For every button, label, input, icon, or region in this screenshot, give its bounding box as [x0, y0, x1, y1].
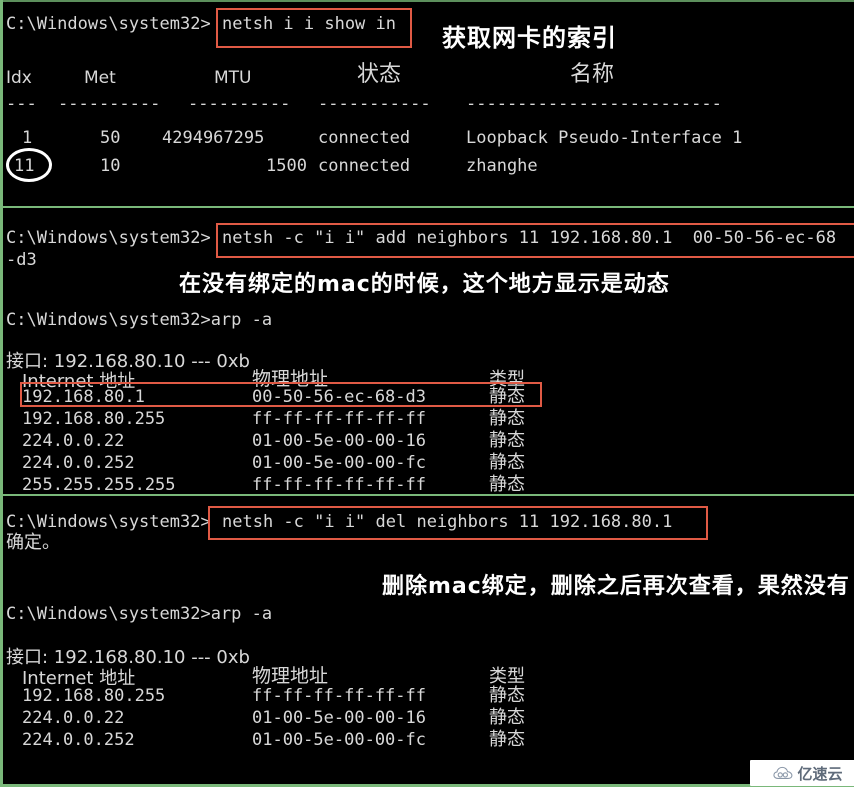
table-row: 224.0.0.252 — [22, 453, 135, 473]
screenshot-root: C:\Windows\system32> netsh i i show in 获… — [0, 0, 854, 787]
table-row: 255.255.255.255 — [22, 475, 176, 495]
table-row: 4294967295 — [162, 128, 265, 148]
table-row: 01-00-5e-00-00-fc — [252, 730, 426, 750]
arp-interface-line-2: 接口: 192.168.80.10 --- 0xb — [6, 647, 250, 668]
table-row: 1 — [22, 128, 33, 148]
table-row: 静态 — [489, 452, 525, 473]
table-row: 01-00-5e-00-00-fc — [252, 453, 426, 473]
arp-interface-line-1: 接口: 192.168.80.10 --- 0xb — [6, 351, 250, 372]
table-row: 10 — [100, 156, 121, 176]
table-row: 224.0.0.22 — [22, 708, 125, 728]
table-row: 01-00-5e-00-00-16 — [252, 431, 426, 451]
table-row: 静态 — [489, 474, 525, 495]
table1-header-name: 名称 — [570, 62, 615, 87]
table-row: 224.0.0.22 — [22, 431, 125, 451]
table-row: Loopback Pseudo-Interface 1 — [466, 128, 743, 148]
arp-command-line-1: C:\Windows\system32>arp -a — [6, 310, 273, 330]
arp-command-line-2: C:\Windows\system32>arp -a — [6, 604, 273, 624]
watermark: 亿速云 — [750, 760, 854, 786]
table1-header-state: 状态 — [357, 62, 402, 87]
cloud-icon — [773, 766, 793, 780]
command-result-ok: 确定。 — [6, 532, 60, 553]
table-row: zhanghe — [466, 156, 538, 176]
command-netsh-add-neighbors-wrap: -d3 — [6, 250, 37, 270]
table1-header-idx: Idx — [6, 68, 32, 88]
table-row: connected — [318, 156, 411, 176]
table1-header-met: Met — [84, 68, 116, 88]
table-row: 静态 — [489, 707, 525, 728]
watermark-text: 亿速云 — [797, 764, 843, 783]
table-row: 224.0.0.252 — [22, 730, 135, 750]
table-row: 静态 — [489, 408, 525, 429]
annotation-delete-mac-binding: 删除mac绑定，删除之后再次查看，果然没有 — [382, 574, 850, 599]
command-netsh-del-neighbors: netsh -c "i i" del neighbors 11 192.168.… — [222, 512, 673, 532]
table-row: 00-50-56-ec-68-d3 — [252, 387, 426, 407]
table1-separator-state: ----------- — [318, 94, 431, 114]
table1-separator-idx: --- — [6, 94, 37, 114]
table-row: 192.168.80.1 — [22, 387, 145, 407]
table-row: 50 — [100, 128, 121, 148]
table1-separator-mtu: ---------- — [188, 94, 291, 114]
prompt-line-3: C:\Windows\system32> — [6, 512, 211, 532]
table-row: connected — [318, 128, 411, 148]
arp-table2-header-physical-address: 物理地址 — [252, 665, 329, 687]
table1-separator-met: ---------- — [58, 94, 161, 114]
table-row: 192.168.80.255 — [22, 409, 166, 429]
annotation-get-nic-index: 获取网卡的索引 — [442, 24, 617, 52]
arp-table2-header-type: 类型 — [489, 666, 525, 687]
table-row: 静态 — [489, 386, 525, 407]
command-netsh-show-interface: netsh i i show in — [222, 14, 396, 34]
table1-header-mtu: MTU — [214, 68, 252, 88]
prompt-line-2: C:\Windows\system32> — [6, 228, 211, 248]
table-row: 192.168.80.255 — [22, 686, 166, 706]
circle-annotation-interface-index — [6, 148, 52, 182]
table-row: ff-ff-ff-ff-ff-ff — [252, 686, 426, 706]
table-row: ff-ff-ff-ff-ff-ff — [252, 409, 426, 429]
annotation-dynamic-when-not-bound: 在没有绑定的mac的时候，这个地方显示是动态 — [179, 272, 670, 297]
prompt-line-1: C:\Windows\system32> — [6, 14, 211, 34]
command-netsh-add-neighbors: netsh -c "i i" add neighbors 11 192.168.… — [222, 228, 837, 248]
table-row: 1500 — [266, 156, 307, 176]
table-row: ff-ff-ff-ff-ff-ff — [252, 475, 426, 495]
table-row: 静态 — [489, 685, 525, 706]
table1-separator-name: ------------------------- — [466, 94, 722, 114]
table-row: 静态 — [489, 430, 525, 451]
table-row: 静态 — [489, 729, 525, 750]
table-row: 01-00-5e-00-00-16 — [252, 708, 426, 728]
